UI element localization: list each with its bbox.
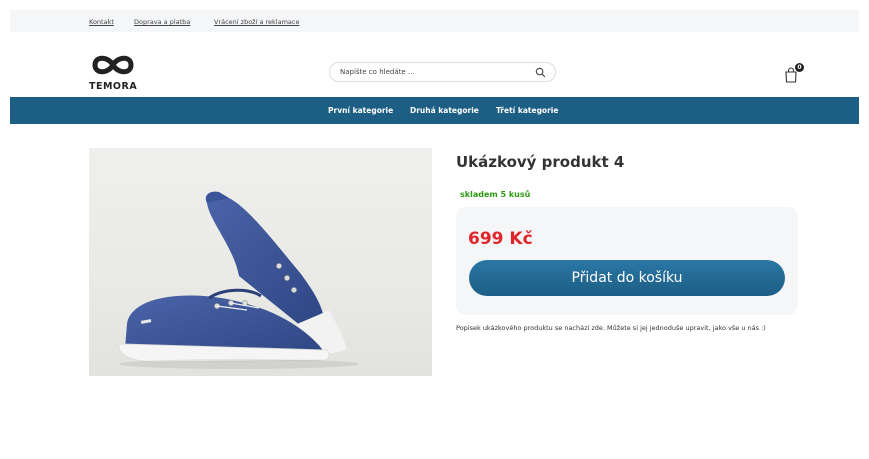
main-navigation: První kategorie Druhá kategorie Třetí ka… (10, 97, 859, 124)
search-icon[interactable] (535, 67, 546, 78)
cart-count-badge: 0 (795, 63, 804, 72)
nav-item-second-category[interactable]: Druhá kategorie (410, 106, 479, 115)
cart-button[interactable]: 0 (784, 63, 806, 83)
logo-text: TEMORA (89, 81, 138, 92)
nav-item-third-category[interactable]: Třetí kategorie (496, 106, 558, 115)
search-placeholder: Napište co hledáte ... (340, 68, 415, 76)
topbar-link-returns[interactable]: Vrácení zboží a reklamace (214, 18, 299, 26)
product-image[interactable] (89, 148, 432, 376)
buy-box: 699 Kč Přidat do košíku (456, 207, 798, 315)
search-input[interactable]: Napište co hledáte ... (329, 62, 556, 82)
site-logo[interactable]: TEMORA (89, 53, 149, 92)
stock-status: skladem 5 kusů (460, 190, 531, 199)
top-utility-bar: Kontakt Doprava a platba Vrácení zboží a… (10, 10, 859, 32)
product-title: Ukázkový produkt 4 (456, 153, 625, 171)
infinity-logo-icon (92, 55, 134, 75)
product-price: 699 Kč (468, 229, 533, 249)
add-to-cart-button[interactable]: Přidat do košíku (469, 260, 785, 296)
topbar-link-contact[interactable]: Kontakt (89, 18, 114, 26)
product-description: Popisek ukázkového produktu se nachází z… (456, 324, 766, 332)
topbar-link-shipping[interactable]: Doprava a platba (134, 18, 190, 26)
sneakers-illustration (118, 191, 359, 369)
nav-item-first-category[interactable]: První kategorie (328, 106, 393, 115)
